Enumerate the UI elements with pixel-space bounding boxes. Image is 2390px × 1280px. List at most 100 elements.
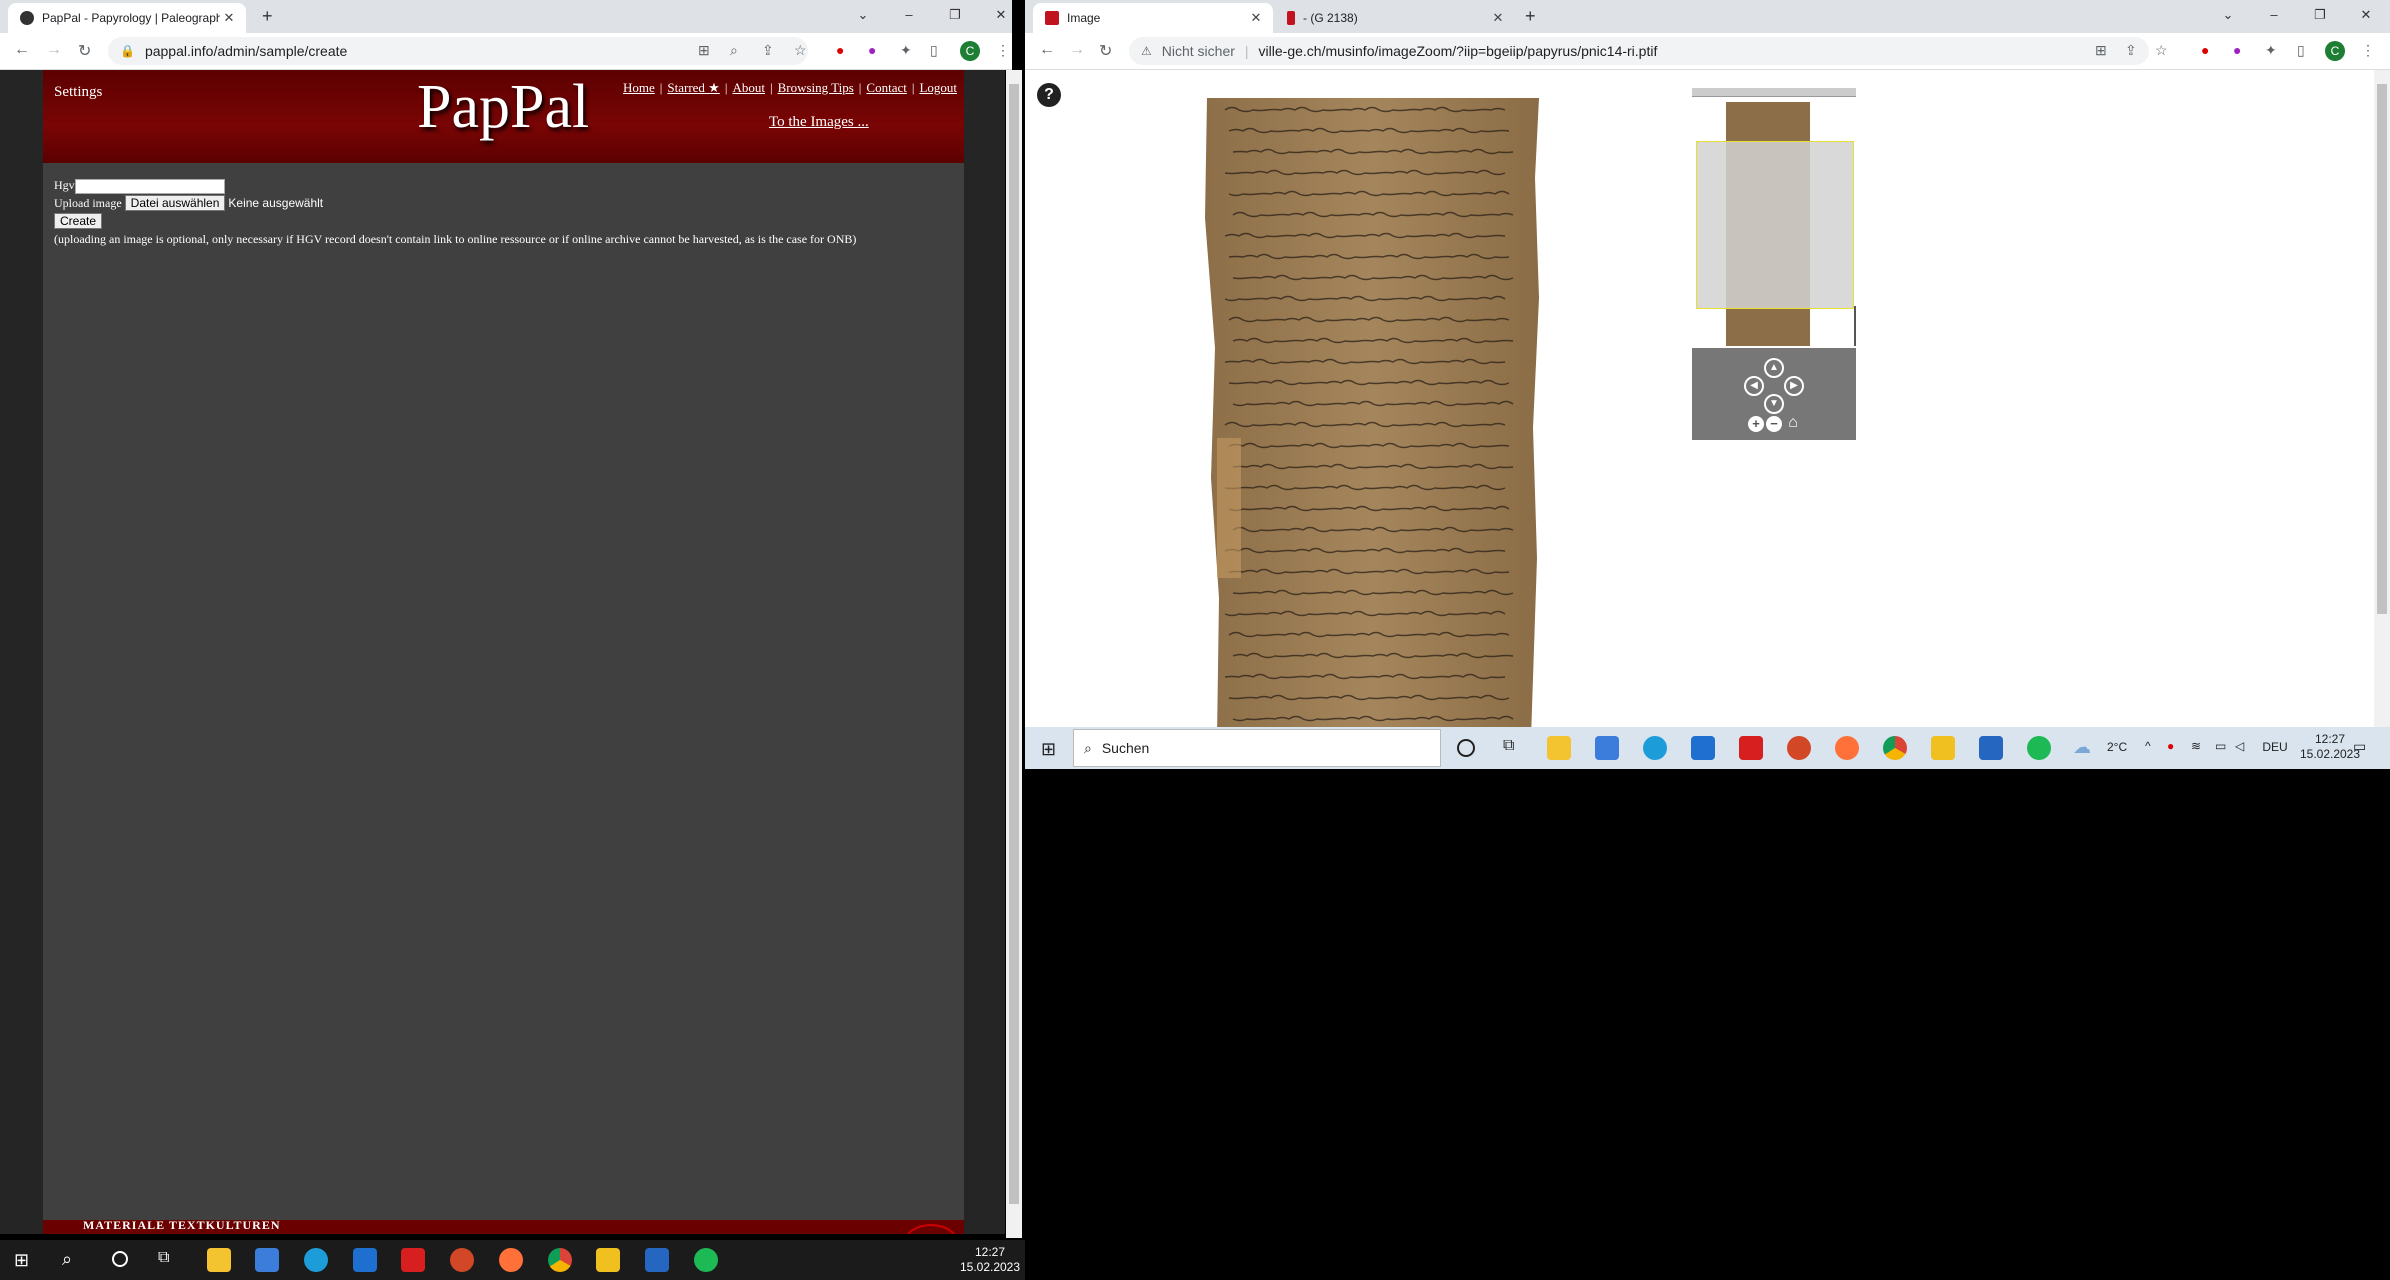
translate-icon[interactable]: ⊞ bbox=[698, 42, 710, 59]
profile-avatar[interactable]: C bbox=[960, 41, 980, 61]
extension-red-icon[interactable]: ● bbox=[2201, 42, 2209, 58]
share-icon[interactable]: ⇪ bbox=[762, 42, 774, 59]
extensions-puzzle-icon[interactable]: ✦ bbox=[2265, 42, 2277, 59]
nav-home[interactable]: Home bbox=[623, 80, 655, 95]
notifications-icon[interactable]: ▭ bbox=[2353, 738, 2366, 755]
cortana-icon[interactable] bbox=[1457, 739, 1475, 757]
notes-icon[interactable] bbox=[1931, 736, 1955, 760]
menu-icon[interactable]: ⋮ bbox=[996, 42, 1010, 59]
zoom-out-icon[interactable]: − bbox=[1766, 416, 1782, 432]
file-explorer-icon[interactable] bbox=[207, 1248, 231, 1272]
zoom-icon[interactable]: ⌕ bbox=[730, 42, 738, 59]
menu-icon[interactable]: ⋮ bbox=[2361, 42, 2375, 59]
task-view-icon[interactable]: ⧉ bbox=[1503, 737, 1514, 755]
chrome-icon[interactable] bbox=[548, 1248, 572, 1272]
create-button[interactable]: Create bbox=[54, 213, 103, 229]
powerpoint-icon[interactable] bbox=[1787, 736, 1811, 760]
battery-icon[interactable]: ▭ bbox=[2215, 739, 2226, 753]
close-window-icon[interactable]: ✕ bbox=[978, 0, 1024, 33]
volume-icon[interactable]: ◁ bbox=[2235, 739, 2244, 753]
share-icon[interactable]: ⇪ bbox=[2125, 42, 2137, 59]
navigator-map[interactable] bbox=[1692, 88, 1856, 346]
sidepanel-icon[interactable]: ▯ bbox=[2297, 42, 2305, 59]
photos-icon[interactable] bbox=[1979, 736, 2003, 760]
edge-icon[interactable] bbox=[304, 1248, 328, 1272]
windows-start-icon[interactable]: ⊞ bbox=[14, 1250, 29, 1271]
edge-icon[interactable] bbox=[1643, 736, 1667, 760]
to-images-link[interactable]: To the Images ... bbox=[769, 114, 869, 131]
tab-search-icon[interactable]: ⌄ bbox=[2205, 0, 2251, 33]
tray-chevron-icon[interactable]: ^ bbox=[2145, 739, 2151, 753]
hgv-input[interactable] bbox=[74, 178, 225, 194]
new-tab-icon[interactable]: + bbox=[262, 6, 273, 27]
extensions-puzzle-icon[interactable]: ✦ bbox=[900, 42, 912, 59]
spotify-icon[interactable] bbox=[2027, 736, 2051, 760]
home-icon[interactable]: ⌂ bbox=[1784, 414, 1802, 432]
windows-start-icon[interactable]: ⊞ bbox=[1041, 739, 1056, 760]
weather-temp[interactable]: 2°C bbox=[2107, 740, 2127, 754]
sidepanel-icon[interactable]: ▯ bbox=[930, 42, 938, 59]
search-icon[interactable]: ⌕ bbox=[62, 1249, 72, 1270]
reload-icon[interactable]: ↻ bbox=[1099, 41, 1112, 61]
profile-avatar[interactable]: C bbox=[2325, 41, 2345, 61]
new-tab-icon[interactable]: + bbox=[1525, 6, 1536, 27]
extension-purple-icon[interactable]: ● bbox=[868, 42, 876, 58]
taskbar-search[interactable]: ⌕ Suchen bbox=[1073, 729, 1441, 767]
cortana-icon[interactable] bbox=[112, 1251, 128, 1267]
extension-purple-icon[interactable]: ● bbox=[2233, 42, 2241, 58]
nav-starred[interactable]: Starred ★ bbox=[667, 80, 719, 95]
pan-left-icon[interactable]: ◀ bbox=[1744, 376, 1764, 396]
back-icon[interactable]: ← bbox=[14, 41, 30, 59]
tab-search-icon[interactable]: ⌄ bbox=[840, 0, 886, 33]
tab-image[interactable]: Image ✕ bbox=[1033, 3, 1273, 33]
notes-icon[interactable] bbox=[596, 1248, 620, 1272]
tab-g2138[interactable]: - (G 2138) ✕ bbox=[1275, 3, 1515, 33]
task-view-icon[interactable]: ⧉ bbox=[158, 1249, 169, 1267]
nav-about[interactable]: About bbox=[732, 80, 765, 95]
left-scrollbar[interactable] bbox=[1006, 70, 1022, 1238]
right-scrollbar[interactable] bbox=[2374, 70, 2390, 727]
choose-file-button[interactable]: Datei auswählen bbox=[124, 195, 226, 211]
bookmark-star-icon[interactable]: ☆ bbox=[2155, 42, 2168, 59]
papyrus-image[interactable] bbox=[1205, 98, 1541, 727]
forward-icon[interactable]: → bbox=[46, 41, 62, 59]
powerpoint-icon[interactable] bbox=[450, 1248, 474, 1272]
zoom-in-icon[interactable]: + bbox=[1748, 416, 1764, 432]
restore-icon[interactable]: ❐ bbox=[2297, 0, 2343, 33]
help-icon[interactable]: ? bbox=[1037, 83, 1061, 107]
mail-icon[interactable] bbox=[1691, 736, 1715, 760]
pan-right-icon[interactable]: ▶ bbox=[1784, 376, 1804, 396]
bookmark-star-icon[interactable]: ☆ bbox=[794, 42, 807, 59]
navigator-viewport[interactable] bbox=[1696, 141, 1854, 309]
store-icon[interactable] bbox=[1595, 736, 1619, 760]
clock[interactable]: 12:27 15.02.2023 bbox=[955, 1245, 1025, 1275]
close-tab-icon[interactable]: ✕ bbox=[1489, 10, 1507, 26]
left-scrollbar-thumb[interactable] bbox=[1009, 84, 1019, 1204]
wifi-icon[interactable]: ≋ bbox=[2191, 739, 2201, 753]
pan-down-icon[interactable]: ▼ bbox=[1764, 394, 1784, 414]
mail-icon[interactable] bbox=[353, 1248, 377, 1272]
pan-up-icon[interactable]: ▲ bbox=[1764, 358, 1784, 378]
restore-icon[interactable]: ❐ bbox=[932, 0, 978, 33]
nav-browsing-tips[interactable]: Browsing Tips bbox=[778, 80, 854, 95]
close-tab-icon[interactable]: ✕ bbox=[220, 10, 238, 26]
acrobat-icon[interactable] bbox=[401, 1248, 425, 1272]
pappal-logo[interactable]: PapPal bbox=[417, 72, 589, 143]
back-icon[interactable]: ← bbox=[1039, 41, 1055, 59]
close-window-icon[interactable]: ✕ bbox=[2343, 0, 2389, 33]
nav-contact[interactable]: Contact bbox=[866, 80, 906, 95]
file-explorer-icon[interactable] bbox=[1547, 736, 1571, 760]
tab-pappal[interactable]: PapPal - Papyrology | Paleograph ✕ bbox=[8, 3, 246, 33]
reload-icon[interactable]: ↻ bbox=[78, 41, 91, 61]
close-tab-icon[interactable]: ✕ bbox=[1247, 10, 1265, 26]
photos-icon[interactable] bbox=[645, 1248, 669, 1272]
firefox-icon[interactable] bbox=[1835, 736, 1859, 760]
forward-icon[interactable]: → bbox=[1069, 41, 1085, 59]
spotify-icon[interactable] bbox=[694, 1248, 718, 1272]
minimize-icon[interactable]: – bbox=[886, 0, 932, 33]
right-scrollbar-thumb[interactable] bbox=[2377, 84, 2387, 614]
extension-red-icon[interactable]: ● bbox=[836, 42, 844, 58]
translate-icon[interactable]: ⊞ bbox=[2095, 42, 2107, 59]
minimize-icon[interactable]: – bbox=[2251, 0, 2297, 33]
firefox-icon[interactable] bbox=[499, 1248, 523, 1272]
